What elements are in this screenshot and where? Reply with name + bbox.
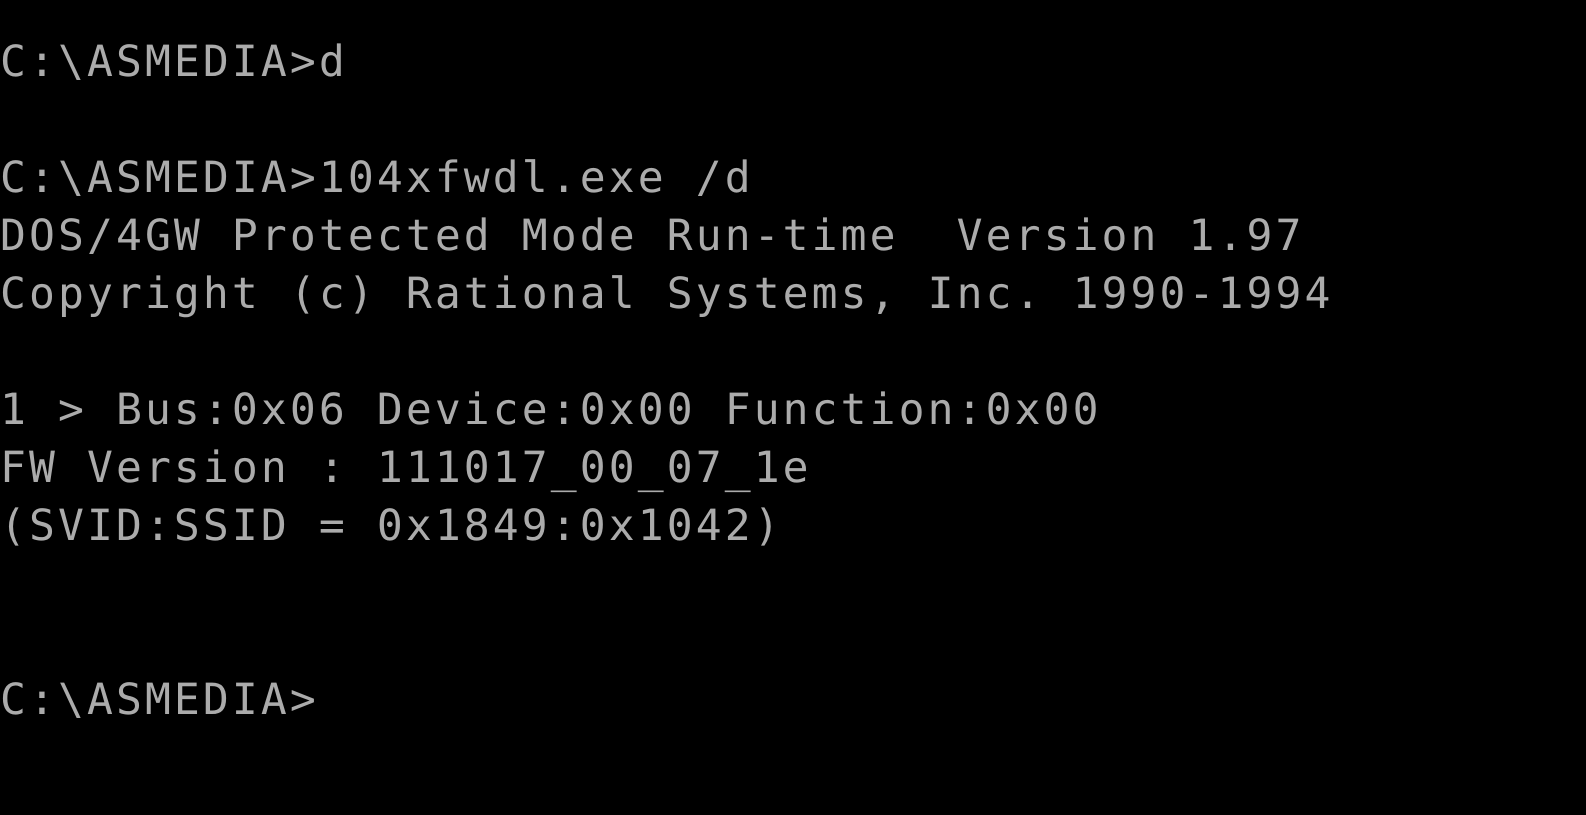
console-line-12: C:\ASMEDIA> [0,675,319,725]
console-line-1: C:\ASMEDIA>d [0,37,348,87]
console-line-9: (SVID:SSID = 0x1849:0x1042) [0,501,783,551]
console-line-11 [0,613,1586,671]
console-line-7: 1 > Bus:0x06 Device:0x00 Function:0x00 [0,385,1102,435]
console-line-5: Copyright (c) Rational Systems, Inc. 199… [0,269,1334,319]
console-line-6 [0,323,1586,381]
console-line-4: DOS/4GW Protected Mode Run-time Version … [0,211,1305,261]
dos-console-screen[interactable]: C:\ASMEDIA>d C:\ASMEDIA>104xfwdl.exe /d DO… [0,0,1586,815]
console-line-2 [0,91,1586,149]
console-line-10 [0,555,1586,613]
console-line-3: C:\ASMEDIA>104xfwdl.exe /d [0,153,754,203]
console-line-8: FW Version : 111017_00_07_1e [0,443,812,493]
